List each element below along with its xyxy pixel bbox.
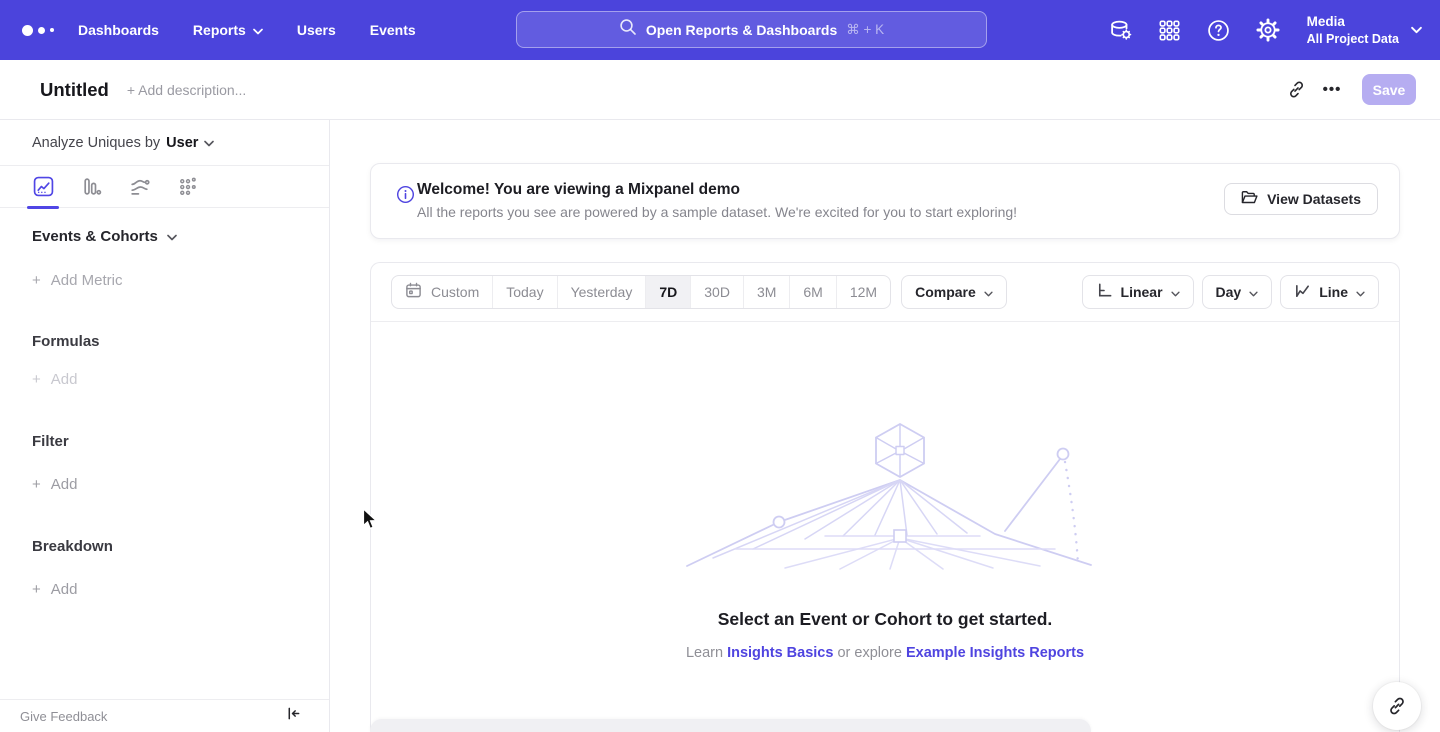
help-icon[interactable] bbox=[1207, 18, 1231, 42]
range-today[interactable]: Today bbox=[493, 276, 557, 308]
chevron-down-icon bbox=[1356, 284, 1365, 300]
filter-label: Filter bbox=[32, 433, 297, 450]
learn-prefix: Learn bbox=[686, 645, 723, 661]
search-shortcut: ⌘ + K bbox=[846, 22, 884, 38]
report-description-placeholder[interactable]: + Add description... bbox=[127, 82, 246, 98]
linear-axis-icon bbox=[1096, 282, 1113, 302]
middle-text: or explore bbox=[837, 645, 901, 661]
copy-link-button[interactable] bbox=[1278, 72, 1314, 108]
empty-state-links: Learn Insights Basics or explore Example… bbox=[371, 645, 1399, 661]
tab-bar-chart[interactable] bbox=[80, 166, 102, 208]
insights-basics-link[interactable]: Insights Basics bbox=[727, 645, 833, 661]
report-header-actions: ••• Save bbox=[1278, 72, 1416, 108]
interval-dropdown[interactable]: Day bbox=[1202, 275, 1273, 309]
top-nav: Dashboards Reports Users Events Open Rep… bbox=[0, 0, 1440, 60]
ellipsis-icon: ••• bbox=[1323, 81, 1342, 98]
tab-insights-line[interactable] bbox=[32, 166, 54, 208]
nav-item-reports[interactable]: Reports bbox=[193, 22, 263, 38]
formulas-label: Formulas bbox=[32, 333, 297, 350]
view-datasets-button[interactable]: View Datasets bbox=[1224, 183, 1378, 215]
tab-dots-grid[interactable] bbox=[176, 166, 198, 208]
range-30d[interactable]: 30D bbox=[691, 276, 744, 308]
primary-nav: Dashboards Reports Users Events bbox=[78, 22, 416, 38]
collapse-sidebar-icon[interactable] bbox=[286, 706, 301, 726]
plus-icon: + bbox=[32, 371, 41, 388]
data-management-icon[interactable] bbox=[1109, 18, 1133, 42]
project-name: Media bbox=[1307, 13, 1399, 31]
events-cohorts-header[interactable]: Events & Cohorts bbox=[32, 228, 297, 245]
nav-item-dashboards[interactable]: Dashboards bbox=[78, 22, 159, 38]
query-sidebar: Analyze Uniques by User Events & Cohorts… bbox=[0, 120, 330, 732]
save-button[interactable]: Save bbox=[1362, 74, 1416, 105]
plus-icon: + bbox=[32, 272, 41, 289]
report-controls: Custom Today Yesterday 7D 30D 3M 6M 12M … bbox=[371, 263, 1399, 322]
chevron-down-icon bbox=[167, 228, 177, 245]
banner-subtitle: All the reports you see are powered by a… bbox=[417, 204, 1017, 220]
mouse-cursor bbox=[362, 508, 379, 536]
chevron-down-icon bbox=[204, 135, 214, 151]
global-search[interactable]: Open Reports & Dashboards ⌘ + K bbox=[516, 11, 987, 48]
date-range-segmented-control: Custom Today Yesterday 7D 30D 3M 6M 12M bbox=[391, 275, 891, 309]
share-link-fab[interactable] bbox=[1373, 682, 1421, 730]
give-feedback-link[interactable]: Give Feedback bbox=[20, 709, 107, 724]
settings-gear-icon[interactable] bbox=[1256, 18, 1280, 42]
search-icon bbox=[619, 18, 637, 41]
add-formula-button[interactable]: + Add bbox=[32, 371, 297, 388]
add-metric-button[interactable]: + Add Metric bbox=[32, 272, 297, 289]
analyze-label: Analyze Uniques by bbox=[32, 135, 160, 151]
more-options-button[interactable]: ••• bbox=[1314, 72, 1350, 108]
chevron-down-icon bbox=[253, 22, 263, 38]
insights-report-panel: Custom Today Yesterday 7D 30D 3M 6M 12M … bbox=[370, 262, 1400, 732]
example-reports-link[interactable]: Example Insights Reports bbox=[906, 645, 1084, 661]
range-3m[interactable]: 3M bbox=[744, 276, 790, 308]
chevron-down-icon bbox=[984, 284, 993, 300]
plus-icon: + bbox=[32, 581, 41, 598]
range-12m[interactable]: 12M bbox=[837, 276, 890, 308]
empty-state-title: Select an Event or Cohort to get started… bbox=[371, 609, 1399, 630]
compare-dropdown[interactable]: Compare bbox=[901, 275, 1007, 309]
welcome-banner: Welcome! You are viewing a Mixpanel demo… bbox=[370, 163, 1400, 239]
project-switcher[interactable]: Media All Project Data bbox=[1307, 13, 1422, 47]
breakdown-label: Breakdown bbox=[32, 538, 297, 555]
empty-state: Select an Event or Cohort to get started… bbox=[371, 418, 1399, 661]
report-title[interactable]: Untitled bbox=[40, 79, 109, 101]
add-filter-button[interactable]: + Add bbox=[32, 476, 297, 493]
chart-type-dropdown[interactable]: Line bbox=[1280, 275, 1379, 309]
plus-icon: + bbox=[32, 476, 41, 493]
line-chart-icon bbox=[1294, 282, 1311, 302]
scale-dropdown[interactable]: Linear bbox=[1082, 275, 1194, 309]
nav-right-cluster: Media All Project Data bbox=[1109, 0, 1422, 60]
project-scope: All Project Data bbox=[1307, 31, 1399, 47]
sidebar-footer: Give Feedback bbox=[0, 699, 329, 732]
range-7d[interactable]: 7D bbox=[646, 276, 691, 308]
info-icon bbox=[396, 185, 415, 209]
chevron-down-icon bbox=[1249, 284, 1258, 300]
calendar-icon bbox=[405, 282, 422, 302]
range-6m[interactable]: 6M bbox=[790, 276, 836, 308]
mixpanel-logo[interactable] bbox=[22, 25, 54, 36]
tab-flow-chart[interactable] bbox=[128, 166, 150, 208]
chevron-down-icon bbox=[1411, 21, 1422, 39]
analyze-uniques-row: Analyze Uniques by User bbox=[0, 120, 329, 166]
search-placeholder: Open Reports & Dashboards bbox=[646, 22, 837, 38]
nav-item-users[interactable]: Users bbox=[297, 22, 336, 38]
range-custom[interactable]: Custom bbox=[392, 276, 493, 308]
bottom-drawer-handle[interactable] bbox=[370, 719, 1091, 732]
analyze-value-dropdown[interactable]: User bbox=[166, 135, 198, 151]
empty-state-illustration bbox=[675, 418, 1095, 570]
range-yesterday[interactable]: Yesterday bbox=[558, 276, 647, 308]
folder-icon bbox=[1241, 190, 1258, 208]
nav-item-events[interactable]: Events bbox=[370, 22, 416, 38]
apps-grid-icon[interactable] bbox=[1158, 18, 1182, 42]
add-breakdown-button[interactable]: + Add bbox=[32, 581, 297, 598]
report-header: Untitled + Add description... ••• Save bbox=[0, 60, 1440, 120]
chevron-down-icon bbox=[1171, 284, 1180, 300]
chart-type-tabs bbox=[0, 166, 329, 208]
chart-display-controls: Linear Day Line bbox=[1082, 275, 1379, 309]
banner-title: Welcome! You are viewing a Mixpanel demo bbox=[417, 181, 740, 199]
